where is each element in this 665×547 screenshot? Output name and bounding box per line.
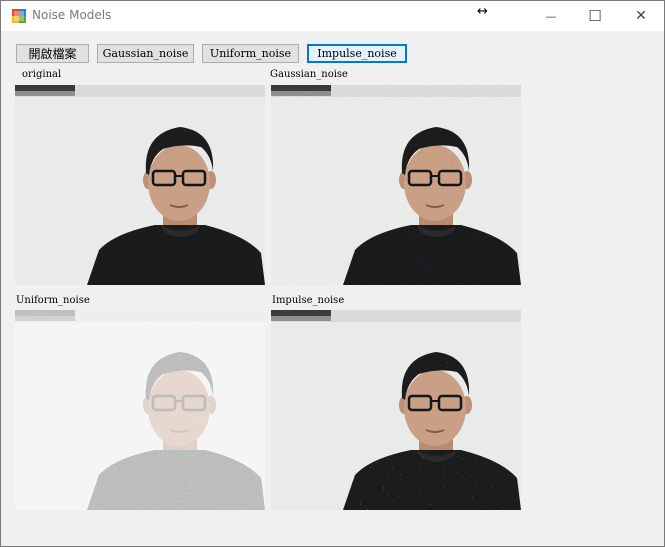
app-window-icon (12, 9, 26, 23)
impulse-noise-image (271, 310, 521, 510)
gaussian-noise-image (271, 85, 521, 285)
close-icon: ✕ (635, 8, 647, 24)
close-button[interactable]: ✕ (618, 1, 664, 31)
original-image (15, 85, 265, 285)
gaussian-noise-button[interactable]: Gaussian_noise (97, 44, 194, 63)
uniform-noise-image (15, 310, 265, 510)
maximize-button[interactable]: ☐ (572, 1, 618, 31)
noise-models-window: Noise Models ↔ — ☐ ✕ 開啟檔案 Gaussian_noise… (0, 0, 665, 547)
original-caption: original (22, 69, 62, 80)
impulse-caption: Impulse_noise (272, 295, 345, 306)
minimize-button[interactable]: — (528, 1, 574, 31)
uniform-noise-button[interactable]: Uniform_noise (202, 44, 299, 63)
resize-cursor-icon: ↔ (477, 4, 488, 19)
gaussian-caption: Gaussian_noise (270, 69, 348, 80)
uniform-caption: Uniform_noise (16, 295, 90, 306)
window-title: Noise Models (32, 8, 112, 22)
maximize-icon: ☐ (588, 7, 602, 25)
impulse-noise-button[interactable]: Impulse_noise (307, 44, 407, 63)
title-bar[interactable]: Noise Models ↔ — ☐ ✕ (1, 1, 664, 31)
open-file-button[interactable]: 開啟檔案 (16, 44, 89, 63)
minimize-icon: — (545, 9, 557, 23)
